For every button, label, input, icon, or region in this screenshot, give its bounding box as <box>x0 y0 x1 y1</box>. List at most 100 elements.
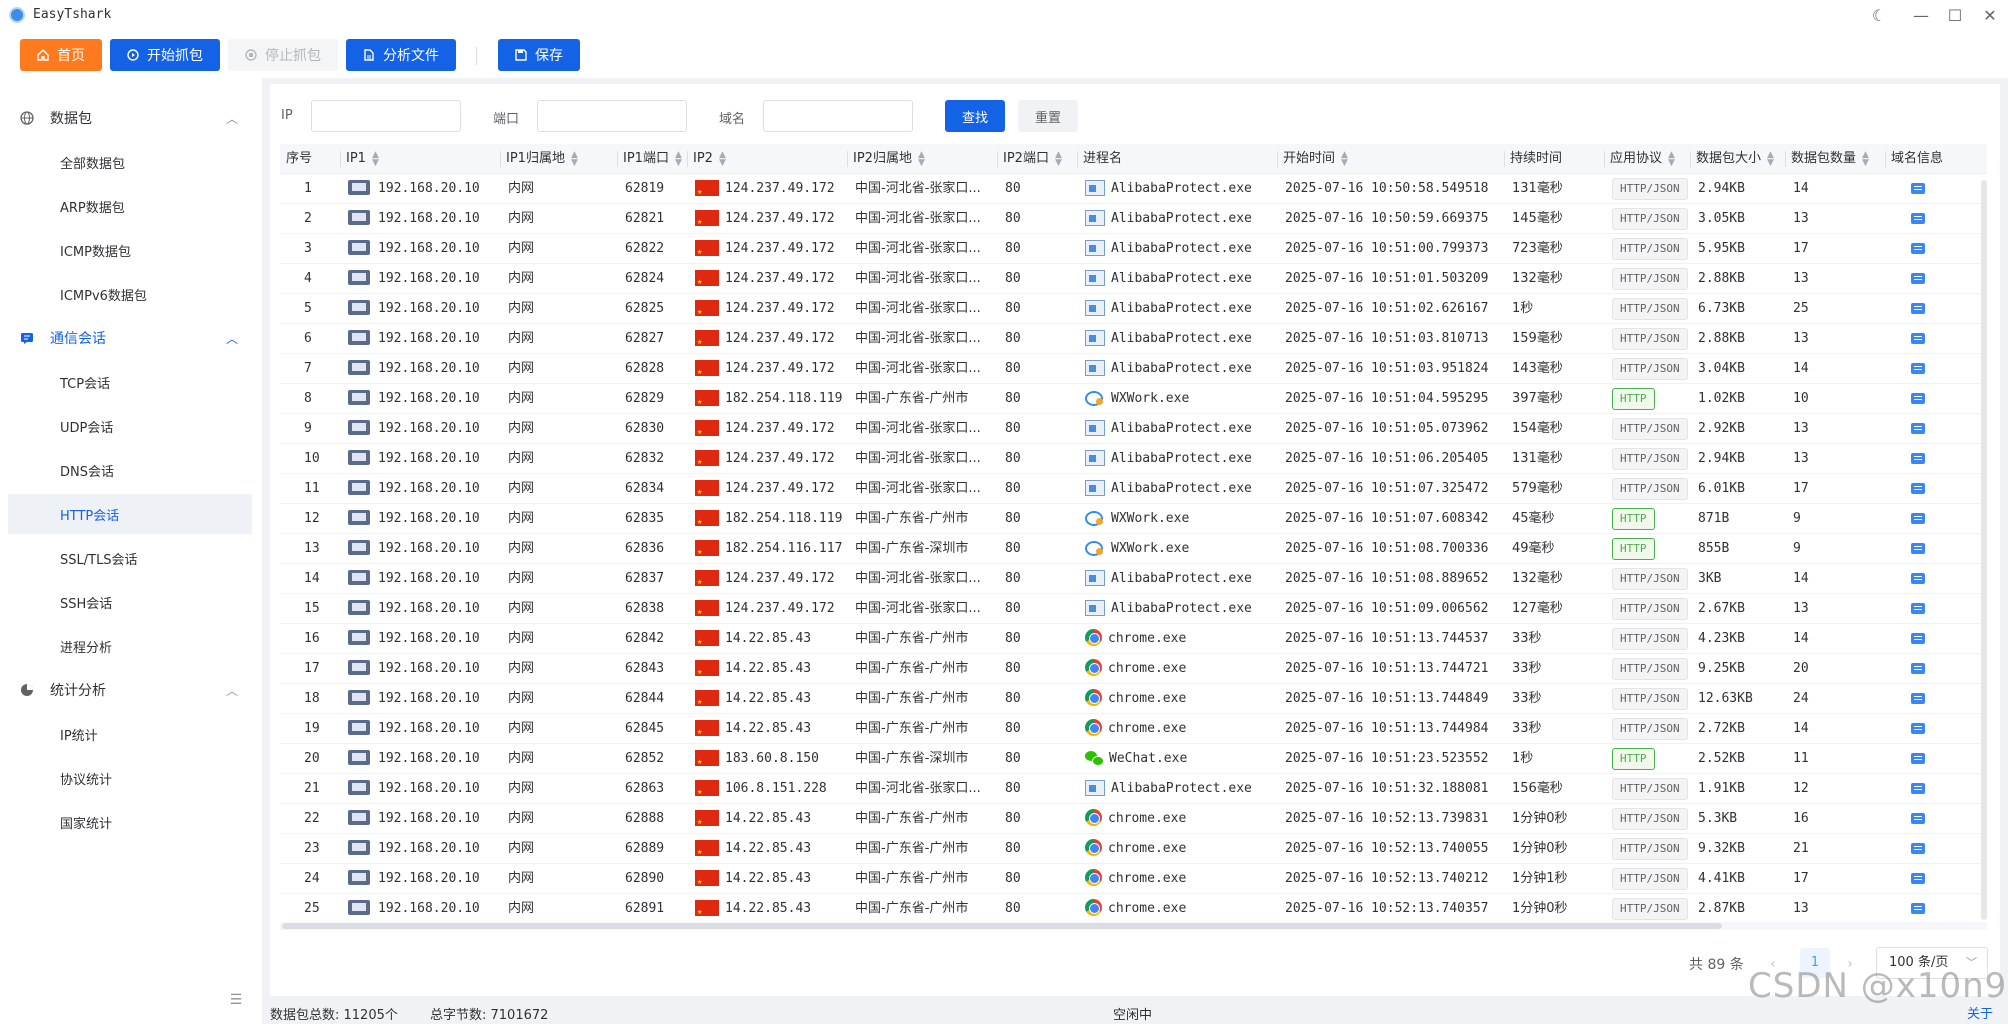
domain-info-icon[interactable] <box>1911 363 1925 374</box>
table-row[interactable]: 14 192.168.20.10 内网 62837 124.237.49.172 中国-河… <box>280 564 1987 594</box>
table-row[interactable]: 10 192.168.20.10 内网 62832 124.237.49.172 中国-河… <box>280 444 1987 474</box>
table-row[interactable]: 9 192.168.20.10 内网 62830 124.237.49.172 中国-河北… <box>280 414 1987 444</box>
domain-info-icon[interactable] <box>1911 753 1925 764</box>
table-row[interactable]: 20 192.168.20.10 内网 62852 183.60.8.150 中国-广东省… <box>280 744 1987 774</box>
sidebar-item-process-analysis[interactable]: 进程分析 <box>8 626 252 666</box>
table-row[interactable]: 12 192.168.20.10 内网 62835 182.254.118.119 中国-… <box>280 504 1987 534</box>
search-button[interactable]: 查找 <box>945 100 1005 132</box>
table-row[interactable]: 17 192.168.20.10 内网 62843 14.22.85.43 中国-广东省-… <box>280 654 1987 684</box>
table-row[interactable]: 8 192.168.20.10 内网 62829 182.254.118.119 中国-广… <box>280 384 1987 414</box>
domain-info-icon[interactable] <box>1911 843 1925 854</box>
sidebar-item-http-sessions[interactable]: HTTP会话 <box>8 494 252 534</box>
domain-filter-input[interactable] <box>763 100 913 132</box>
sidebar-item-ssl-tls-sessions[interactable]: SSL/TLS会话 <box>8 538 252 578</box>
table-row[interactable]: 19 192.168.20.10 内网 62845 14.22.85.43 中国-广东省-… <box>280 714 1987 744</box>
table-row[interactable]: 1 192.168.20.10 内网 62819 124.237.49.172 中国-河北… <box>280 174 1987 204</box>
domain-info-icon[interactable] <box>1911 603 1925 614</box>
table-row[interactable]: 6 192.168.20.10 内网 62827 124.237.49.172 中国-河北… <box>280 324 1987 354</box>
horizontal-scrollbar-thumb[interactable] <box>282 923 1722 929</box>
column-header-ip1_loc[interactable]: IP1归属地 ▲ ▼ <box>500 144 617 174</box>
domain-info-icon[interactable] <box>1911 303 1925 314</box>
sort-caret-icon[interactable]: ▲ ▼ <box>918 150 925 167</box>
domain-info-icon[interactable] <box>1911 393 1925 404</box>
column-divider[interactable] <box>617 151 618 167</box>
column-header-ip2_loc[interactable]: IP2归属地 ▲ ▼ <box>847 144 997 174</box>
domain-info-icon[interactable] <box>1911 183 1925 194</box>
sidebar-item-icmp-packets[interactable]: ICMP数据包 <box>8 230 252 270</box>
column-header-start_time[interactable]: 开始时间 ▲ ▼ <box>1277 144 1504 174</box>
sidebar-item-ip-statistics[interactable]: IP统计 <box>8 714 252 754</box>
column-header-ip2_port[interactable]: IP2端口 ▲ ▼ <box>997 144 1077 174</box>
domain-info-icon[interactable] <box>1911 543 1925 554</box>
sort-caret-icon[interactable]: ▲ ▼ <box>1668 150 1675 167</box>
table-row[interactable]: 23 192.168.20.10 内网 62889 14.22.85.43 中国-广东省-… <box>280 834 1987 864</box>
home-button[interactable]: 首页 <box>20 39 102 71</box>
table-row[interactable]: 13 192.168.20.10 内网 62836 182.254.116.117 中国-… <box>280 534 1987 564</box>
sort-caret-icon[interactable]: ▲ ▼ <box>1341 150 1348 167</box>
table-row[interactable]: 22 192.168.20.10 内网 62888 14.22.85.43 中国-广东省-… <box>280 804 1987 834</box>
column-header-size[interactable]: 数据包大小 ▲ ▼ <box>1690 144 1785 174</box>
domain-info-icon[interactable] <box>1911 903 1925 914</box>
table-row[interactable]: 7 192.168.20.10 内网 62828 124.237.49.172 中国-河北… <box>280 354 1987 384</box>
nav-group-packets[interactable]: 数据包 ︿ <box>0 96 263 140</box>
domain-info-icon[interactable] <box>1911 333 1925 344</box>
column-header-ip1_port[interactable]: IP1端口 ▲ ▼ <box>617 144 687 174</box>
analyze-file-button[interactable]: 分析文件 <box>346 39 456 71</box>
domain-info-icon[interactable] <box>1911 453 1925 464</box>
about-link[interactable]: 关于 <box>1967 1003 1993 1022</box>
table-row[interactable]: 4 192.168.20.10 内网 62824 124.237.49.172 中国-河北… <box>280 264 1987 294</box>
sort-caret-icon[interactable]: ▲ ▼ <box>1055 150 1062 167</box>
sidebar-item-country-statistics[interactable]: 国家统计 <box>8 802 252 842</box>
column-divider[interactable] <box>1077 151 1078 167</box>
column-divider[interactable] <box>1604 151 1605 167</box>
table-row[interactable]: 11 192.168.20.10 内网 62834 124.237.49.172 中国-河… <box>280 474 1987 504</box>
start-capture-button[interactable]: 开始抓包 <box>110 39 220 71</box>
domain-info-icon[interactable] <box>1911 633 1925 644</box>
stop-capture-button[interactable]: 停止抓包 <box>228 39 338 71</box>
sort-caret-icon[interactable]: ▲ ▼ <box>372 150 379 167</box>
close-icon[interactable]: ✕ <box>1975 4 2005 26</box>
domain-info-icon[interactable] <box>1911 213 1925 224</box>
domain-info-icon[interactable] <box>1911 483 1925 494</box>
domain-info-icon[interactable] <box>1911 243 1925 254</box>
domain-info-icon[interactable] <box>1911 693 1925 704</box>
table-row[interactable]: 2 192.168.20.10 内网 62821 124.237.49.172 中国-河北… <box>280 204 1987 234</box>
domain-info-icon[interactable] <box>1911 573 1925 584</box>
table-row[interactable]: 25 192.168.20.10 内网 62891 14.22.85.43 中国-广东省-… <box>280 894 1987 920</box>
nav-group-sessions[interactable]: 通信会话 ︿ <box>0 316 263 360</box>
column-divider[interactable] <box>847 151 848 167</box>
table-row[interactable]: 21 192.168.20.10 内网 62863 106.8.151.228 中国-河北… <box>280 774 1987 804</box>
sort-caret-icon[interactable]: ▲ ▼ <box>571 150 578 167</box>
domain-info-icon[interactable] <box>1911 723 1925 734</box>
nav-group-statistics[interactable]: 统计分析 ︿ <box>0 668 263 712</box>
table-row[interactable]: 15 192.168.20.10 内网 62838 124.237.49.172 中国-河… <box>280 594 1987 624</box>
vertical-scrollbar-thumb[interactable] <box>1981 180 1987 920</box>
sidebar-item-tcp-sessions[interactable]: TCP会话 <box>8 362 252 402</box>
column-header-count[interactable]: 数据包数量 ▲ ▼ <box>1785 144 1885 174</box>
sidebar-item-udp-sessions[interactable]: UDP会话 <box>8 406 252 446</box>
column-header-protocol[interactable]: 应用协议 ▲ ▼ <box>1604 144 1690 174</box>
table-row[interactable]: 16 192.168.20.10 内网 62842 14.22.85.43 中国-广东省-… <box>280 624 1987 654</box>
domain-info-icon[interactable] <box>1911 873 1925 884</box>
column-divider[interactable] <box>1277 151 1278 167</box>
domain-info-icon[interactable] <box>1911 273 1925 284</box>
domain-info-icon[interactable] <box>1911 813 1925 824</box>
column-divider[interactable] <box>687 151 688 167</box>
table-row[interactable]: 18 192.168.20.10 内网 62844 14.22.85.43 中国-广东省-… <box>280 684 1987 714</box>
sidebar-item-arp-packets[interactable]: ARP数据包 <box>8 186 252 226</box>
domain-info-icon[interactable] <box>1911 423 1925 434</box>
table-row[interactable]: 5 192.168.20.10 内网 62825 124.237.49.172 中国-河北… <box>280 294 1987 324</box>
sort-caret-icon[interactable]: ▲ ▼ <box>719 150 726 167</box>
sort-caret-icon[interactable]: ▲ ▼ <box>1767 150 1774 167</box>
table-row[interactable]: 3 192.168.20.10 内网 62822 124.237.49.172 中国-河北… <box>280 234 1987 264</box>
sidebar-item-icmpv6-packets[interactable]: ICMPv6数据包 <box>8 274 252 314</box>
column-divider[interactable] <box>1504 151 1505 167</box>
sidebar-item-protocol-statistics[interactable]: 协议统计 <box>8 758 252 798</box>
column-divider[interactable] <box>500 151 501 167</box>
column-divider[interactable] <box>340 151 341 167</box>
minimize-icon[interactable]: — <box>1906 4 1936 26</box>
column-divider[interactable] <box>997 151 998 167</box>
sidebar-item-dns-sessions[interactable]: DNS会话 <box>8 450 252 490</box>
theme-toggle-moon-icon[interactable]: ☾ <box>1864 4 1894 26</box>
domain-info-icon[interactable] <box>1911 663 1925 674</box>
